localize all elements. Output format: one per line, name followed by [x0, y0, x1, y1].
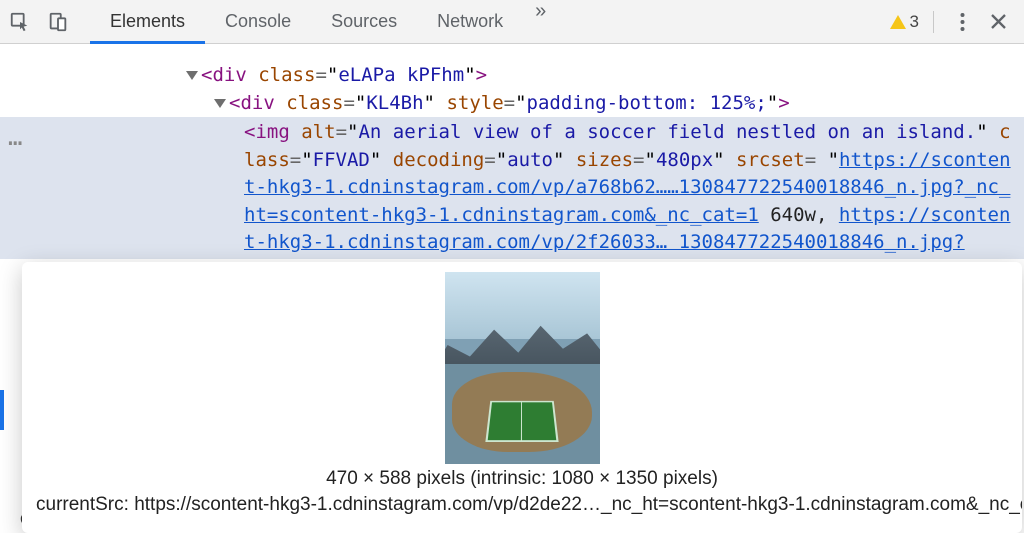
devtools-tabs: Elements Console Sources Network » — [90, 0, 558, 43]
selection-indicator — [0, 390, 4, 430]
settings-menu-icon[interactable] — [948, 8, 976, 36]
ellipsis-icon: … — [8, 120, 23, 155]
attr-value: 480px — [656, 149, 713, 171]
tab-elements[interactable]: Elements — [90, 0, 205, 43]
expand-toggle-icon[interactable] — [214, 99, 226, 108]
attr-value: An aerial view of a soccer field nestled… — [358, 121, 976, 143]
devtools-toolbar: Elements Console Sources Network » 3 — [0, 0, 1024, 44]
close-icon[interactable] — [984, 8, 1012, 36]
inspect-element-icon[interactable] — [6, 8, 34, 36]
toolbar-right: 3 — [890, 8, 1018, 36]
image-thumbnail — [445, 272, 600, 464]
tag-name: div — [240, 92, 274, 114]
attr-name: alt — [301, 121, 335, 143]
dom-node-selected[interactable]: <img alt="An aerial view of a soccer fie… — [0, 117, 1024, 259]
attr-value: KL4Bh — [366, 92, 423, 114]
image-hover-tooltip: 470 × 588 pixels (intrinsic: 1080 × 1350… — [22, 262, 1022, 533]
attr-value: eLAPa kPFhm — [338, 64, 464, 86]
warning-count: 3 — [910, 12, 919, 32]
attr-name: style — [446, 92, 503, 114]
image-current-src: currentSrc: https://scontent-hkg3-1.cdni… — [36, 494, 1008, 516]
image-dimensions: 470 × 588 pixels (intrinsic: 1080 × 1350… — [36, 468, 1008, 490]
attr-name: sizes — [576, 149, 633, 171]
attr-value: auto — [507, 149, 553, 171]
warning-icon — [890, 15, 906, 29]
device-toggle-icon[interactable] — [44, 8, 72, 36]
toolbar-left — [6, 8, 90, 36]
tab-sources[interactable]: Sources — [311, 0, 417, 43]
warnings-badge[interactable]: 3 — [890, 12, 919, 32]
tag-name: img — [255, 121, 289, 143]
dom-node[interactable]: <div class="KL4Bh" style="padding-bottom… — [0, 90, 1024, 118]
srcset-descriptor: 640w, — [759, 204, 839, 226]
elements-tree[interactable]: … <div class="eLAPa kPFhm"> <div class="… — [0, 44, 1024, 259]
attr-name: srcset — [736, 149, 805, 171]
attr-name: decoding — [393, 149, 485, 171]
divider — [933, 11, 934, 33]
tab-console[interactable]: Console — [205, 0, 311, 43]
tag-name: div — [212, 64, 246, 86]
attr-name: class — [286, 92, 343, 114]
attr-value: padding-bottom: 125%; — [527, 92, 767, 114]
attr-value: FFVAD — [313, 149, 370, 171]
expand-toggle-icon[interactable] — [186, 71, 198, 80]
attr-name: class — [258, 64, 315, 86]
dom-node[interactable]: <div class="eLAPa kPFhm"> — [0, 62, 1024, 90]
more-tabs-icon[interactable]: » — [523, 0, 558, 43]
tab-network[interactable]: Network — [417, 0, 523, 43]
